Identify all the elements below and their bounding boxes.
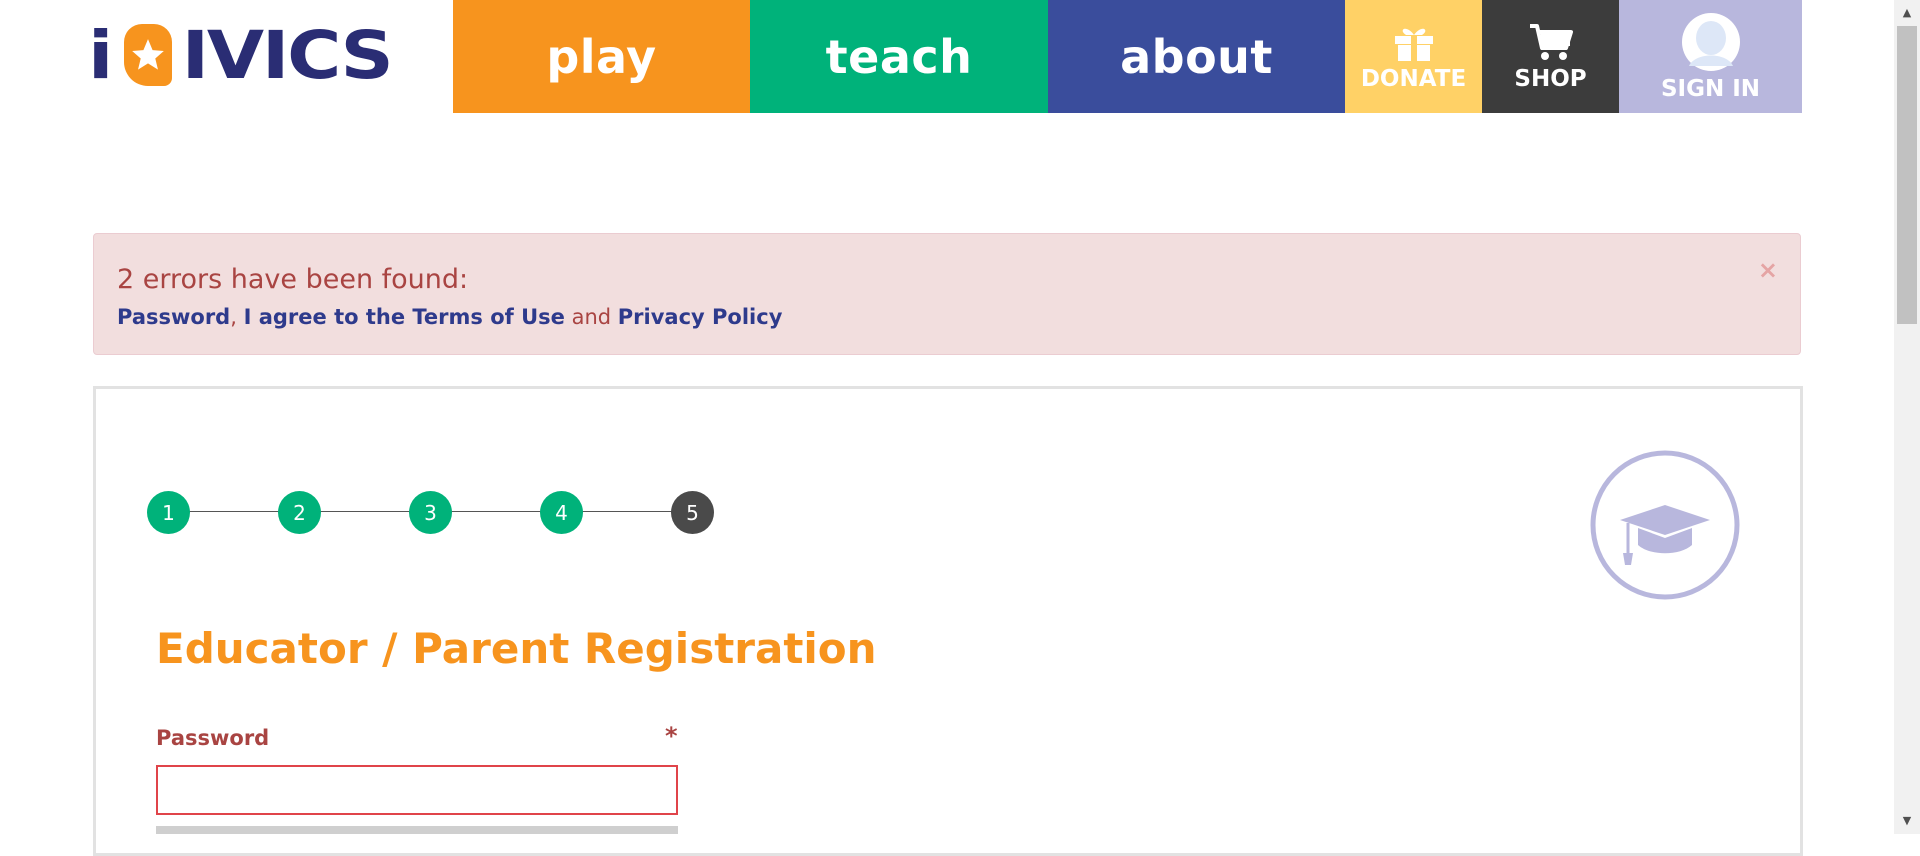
alert-comma: , <box>230 305 237 329</box>
nav-shop-label: SHOP <box>1514 65 1587 92</box>
nav-donate-label: DONATE <box>1360 65 1467 92</box>
alert-title: 2 errors have been found: <box>117 264 469 295</box>
nav-teach[interactable]: teach <box>750 0 1048 113</box>
step-1: 1 <box>147 491 190 534</box>
nav-about[interactable]: about <box>1048 0 1345 113</box>
nav-play[interactable]: play <box>453 0 750 113</box>
graduation-cap-icon <box>1590 450 1740 600</box>
error-link-password[interactable]: Password <box>117 305 230 329</box>
nav-about-label: about <box>1120 29 1273 84</box>
password-strength-bar <box>156 826 678 834</box>
form-title: Educator / Parent Registration <box>156 624 877 673</box>
error-alert: 2 errors have been found: Password, I ag… <box>93 233 1801 355</box>
scroll-down-icon[interactable]: ▼ <box>1894 814 1920 827</box>
nav-shop[interactable]: SHOP <box>1482 0 1619 113</box>
step-4: 4 <box>540 491 583 534</box>
required-marker: * <box>665 722 678 750</box>
password-input[interactable] <box>156 765 678 815</box>
logo-wordmark: i IVICS <box>88 17 394 94</box>
scroll-up-icon[interactable]: ▲ <box>1894 6 1920 19</box>
gift-icon <box>1394 28 1433 61</box>
nav-play-label: play <box>546 29 657 84</box>
alert-and: and <box>571 305 612 329</box>
nav-teach-label: teach <box>825 29 973 84</box>
close-icon[interactable]: × <box>1758 256 1778 284</box>
step-progress: 1 2 3 4 5 <box>147 491 715 535</box>
step-3: 3 <box>409 491 452 534</box>
nav-donate[interactable]: DONATE <box>1345 0 1482 113</box>
error-link-privacy[interactable]: Privacy Policy <box>618 305 783 329</box>
main-nav: play teach about DONATE SHOP SIGN IN <box>453 0 1802 113</box>
scroll-thumb[interactable] <box>1897 26 1917 324</box>
step-2: 2 <box>278 491 321 534</box>
page-scrollbar[interactable]: ▲ ▼ <box>1894 0 1920 834</box>
icivics-logo[interactable]: i IVICS <box>88 20 394 92</box>
step-5: 5 <box>671 491 714 534</box>
error-link-terms[interactable]: I agree to the Terms of Use <box>244 305 565 329</box>
cart-icon <box>1529 23 1573 60</box>
user-avatar-icon <box>1681 12 1740 71</box>
alert-error-links: Password, I agree to the Terms of Use an… <box>117 305 782 329</box>
password-label: Password <box>156 726 270 750</box>
nav-sign-in-label: SIGN IN <box>1660 75 1761 102</box>
nav-sign-in[interactable]: SIGN IN <box>1619 0 1802 113</box>
